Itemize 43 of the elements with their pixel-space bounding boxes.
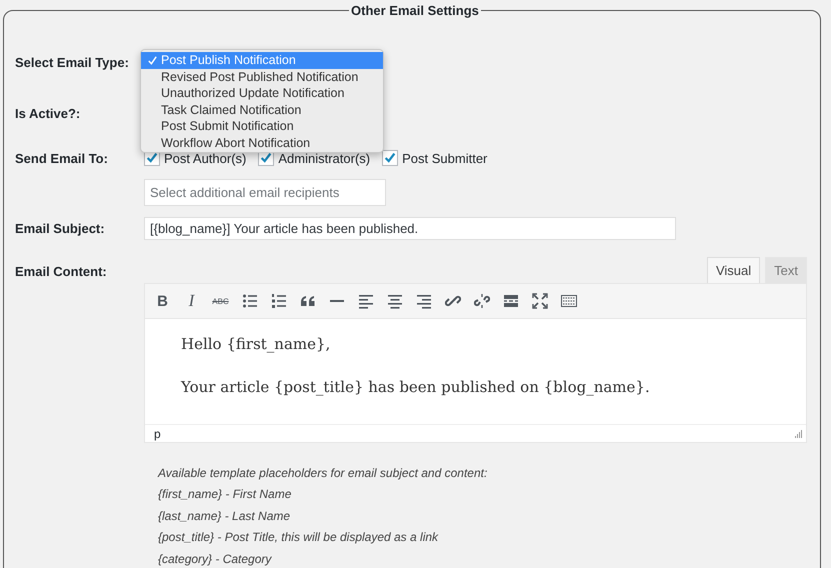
recipient-checkbox[interactable]: Post Submitter <box>382 150 488 166</box>
dropdown-option[interactable]: Workflow Abort Notification <box>141 134 383 151</box>
quote-icon[interactable] <box>300 293 316 309</box>
dropdown-option[interactable]: Unauthorized Update Notification <box>141 85 383 102</box>
field-label: Email Subject: <box>15 221 106 236</box>
bold-button[interactable]: B <box>148 288 177 314</box>
keyboard-icon[interactable] <box>560 293 576 309</box>
help-text: Available template placeholders for email subject and content: <box>158 465 488 482</box>
italic-button[interactable]: I <box>177 288 206 314</box>
resize-grip-icon[interactable] <box>795 430 803 438</box>
check-icon <box>147 55 158 66</box>
link-icon[interactable] <box>444 293 460 309</box>
element-path: p <box>154 426 161 440</box>
broken-link-icon[interactable] <box>474 293 490 309</box>
align-left-icon[interactable] <box>358 293 374 309</box>
email-paragraph: Hello {first_name}, <box>181 335 332 353</box>
field-label: Send Email To: <box>15 150 109 166</box>
fullscreen-icon[interactable] <box>532 293 548 309</box>
help-text: {post_title} - Post Title, this will be displayed as a link <box>158 529 440 546</box>
editor-tab[interactable]: Text <box>765 257 807 283</box>
section-title: Other Email Settings <box>349 3 481 18</box>
email-paragraph: Your article {post_title} has been published on {blog_name}. <box>181 378 651 396</box>
recipients-field[interactable]: Select additional email recipients <box>144 179 386 206</box>
dropdown-option[interactable]: Revised Post Published Notification <box>141 68 383 85</box>
help-text: {first_name} - First Name <box>158 486 292 504</box>
help-text: {category} - Category <box>158 550 273 568</box>
field-label: Is Active?: <box>15 106 82 120</box>
align-right-icon[interactable] <box>416 293 432 309</box>
read-more-icon[interactable] <box>502 293 518 309</box>
editor-tab[interactable]: Visual <box>706 257 760 283</box>
numbered-list-icon[interactable] <box>270 293 286 309</box>
dropdown-option[interactable]: Post Submit Notification <box>141 118 383 134</box>
strikethrough-button[interactable]: ABC <box>206 288 235 314</box>
check-icon <box>383 151 398 165</box>
check-icon <box>145 151 159 165</box>
bulleted-list-icon[interactable] <box>242 293 258 309</box>
help-text: {last_name} - Last Name <box>158 508 292 525</box>
dropdown-option[interactable]: Task Claimed Notification <box>141 102 383 118</box>
field-label: Email Content: <box>15 264 108 279</box>
check-icon <box>259 151 274 165</box>
subject-field[interactable]: [{blog_name}] Your article has been published. <box>144 217 676 240</box>
align-center-icon[interactable] <box>386 293 402 309</box>
field-label: Select Email Type: <box>15 54 130 70</box>
